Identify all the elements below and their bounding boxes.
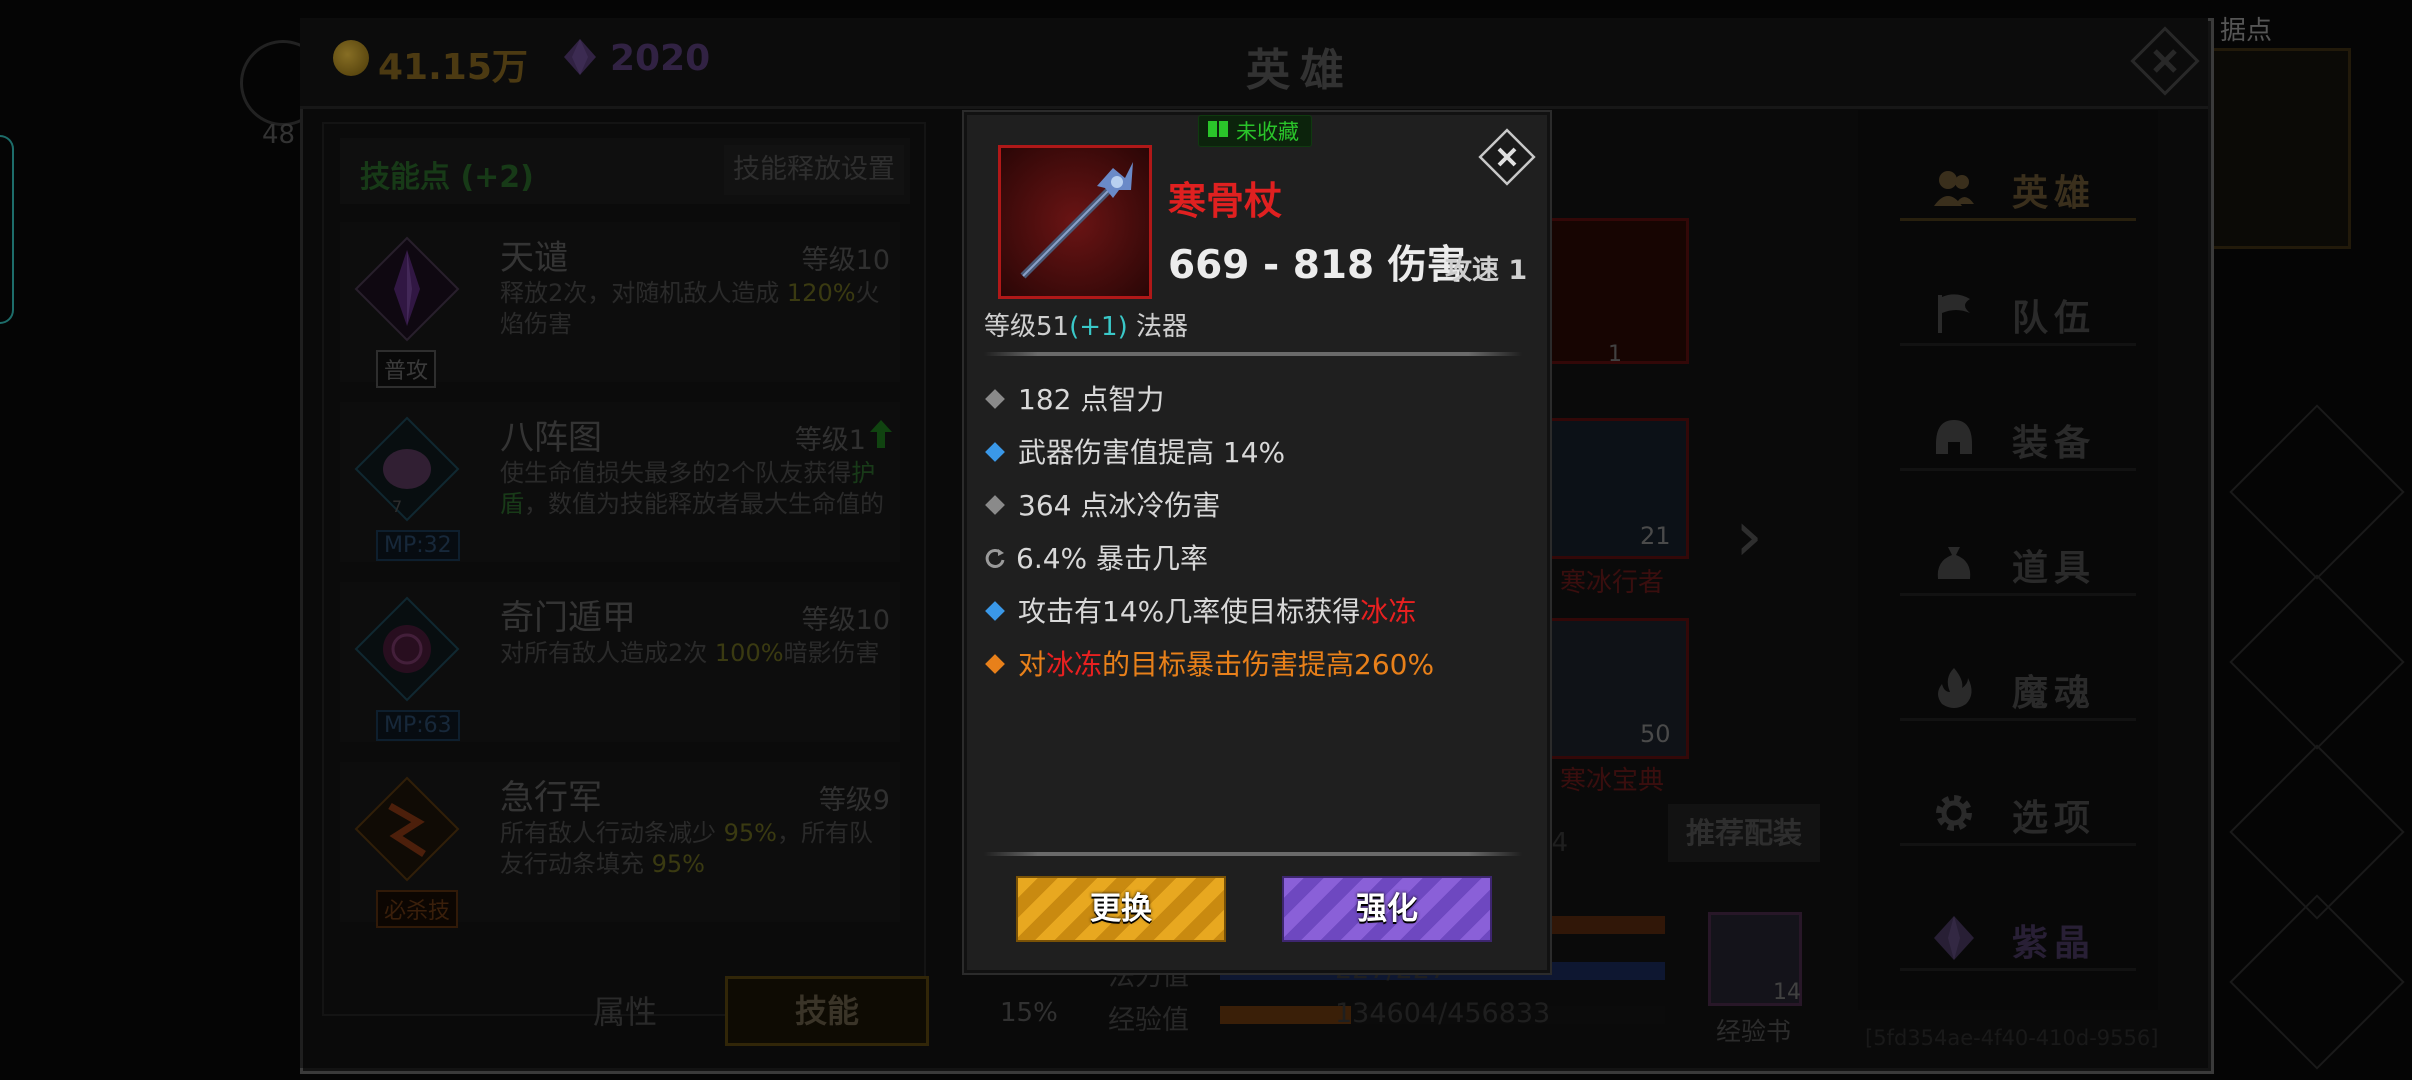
item-name: 寒骨杖: [1168, 179, 1283, 223]
background-number: 48: [262, 120, 296, 150]
staff-icon: [1020, 162, 1133, 279]
diamond-bullet-icon: [985, 601, 1005, 621]
enhance-button[interactable]: 强化: [1282, 876, 1492, 942]
item-stat: 6.4% 暴击几率: [984, 537, 1208, 577]
item-stat: 364 点冰冷伤害: [984, 484, 1220, 524]
item-level-bonus: (+1): [1069, 312, 1128, 342]
item-damage: 669 - 818 伤害: [1168, 243, 1466, 288]
item-stat: 攻击有14%几率使目标获得冰冻: [984, 590, 1416, 630]
item-type: 法器: [1135, 312, 1188, 342]
collect-status: 未收藏: [1236, 120, 1299, 144]
item-level: 等级51: [984, 312, 1070, 342]
left-edge-tab[interactable]: [0, 135, 14, 324]
diamond-bullet-icon: [985, 495, 1005, 515]
divider: [984, 852, 1522, 856]
refresh-icon: [985, 548, 1005, 568]
item-icon-frame: [998, 145, 1152, 299]
book-icon: [1208, 121, 1228, 137]
divider: [984, 352, 1522, 356]
diamond-bullet-icon: [985, 389, 1005, 409]
item-attack-speed: 攻速 1: [1445, 255, 1528, 286]
item-stat-legendary: 对冰冻的目标暴击伤害提高260%: [984, 643, 1434, 683]
background-stronghold-label: 据点: [2220, 16, 2273, 46]
item-stat: 182 点智力: [984, 378, 1164, 418]
item-stat: 武器伤害值提高 14%: [984, 431, 1285, 471]
diamond-bullet-icon: [985, 442, 1005, 462]
background-frame: [2210, 48, 2351, 249]
replace-button[interactable]: 更换: [1016, 876, 1226, 942]
close-icon[interactable]: [1478, 128, 1536, 186]
item-level-line: 等级51(+1) 法器: [984, 306, 1188, 343]
diamond-bullet-icon: [985, 654, 1005, 674]
